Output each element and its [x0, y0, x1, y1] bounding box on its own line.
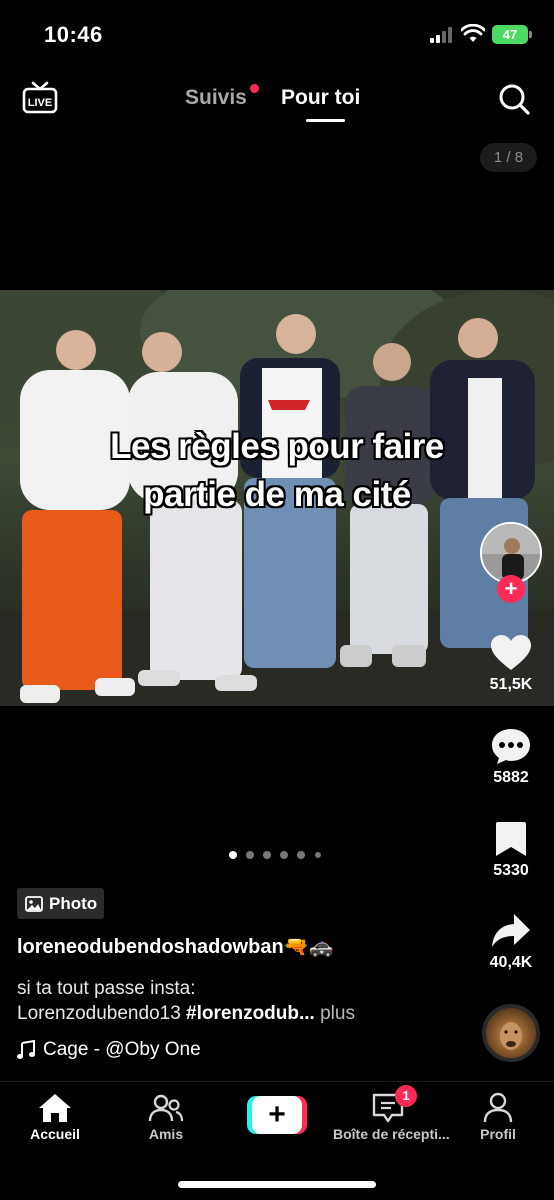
- music-disc-avatar[interactable]: [482, 1004, 540, 1062]
- create-button[interactable]: +: [247, 1096, 307, 1134]
- nav-profile-label: Profil: [480, 1126, 516, 1142]
- follow-plus-button[interactable]: +: [497, 575, 525, 603]
- music-title: Cage - @Oby One: [43, 1039, 201, 1060]
- heart-icon: [491, 635, 531, 670]
- search-icon[interactable]: [496, 81, 532, 117]
- nav-profile[interactable]: Profil: [443, 1092, 553, 1142]
- photo-page-counter: 1 / 8: [480, 143, 537, 172]
- nav-home-label: Accueil: [30, 1126, 80, 1142]
- carousel-dot: [246, 851, 254, 859]
- profile-icon: [483, 1092, 513, 1123]
- like-count: 51,5K: [489, 676, 533, 693]
- carousel-dot: [297, 851, 305, 859]
- carousel-dot: [263, 851, 271, 859]
- status-bar: 10:46 47: [0, 0, 554, 70]
- bookmark-icon: [496, 822, 526, 856]
- caption-line-2: Lorenzodubendo13 #lorenzodub... plus: [17, 1001, 457, 1026]
- feed-tabs: Suivis Pour toi: [0, 84, 554, 126]
- photo-badge: Photo: [17, 888, 105, 919]
- friends-icon: [148, 1094, 184, 1122]
- photo-icon: [25, 895, 43, 912]
- notification-dot: [250, 84, 259, 93]
- plus-icon: +: [252, 1096, 302, 1134]
- photo-overlay-text: Les règles pour faire partie de ma cité: [0, 423, 554, 519]
- comment-button[interactable]: 5882: [480, 727, 542, 787]
- home-icon: [39, 1094, 71, 1122]
- inbox-badge: 1: [395, 1085, 417, 1107]
- nav-inbox[interactable]: Boîte de récepti...: [333, 1092, 450, 1142]
- caption-more[interactable]: plus: [315, 1003, 355, 1024]
- lion-image: [500, 1022, 522, 1050]
- nav-friends[interactable]: Amis: [111, 1092, 221, 1142]
- bookmark-count: 5330: [493, 862, 529, 879]
- share-icon: [492, 914, 530, 947]
- carousel-dot: [280, 851, 288, 859]
- carousel-dots: [229, 851, 329, 861]
- signal-icon: [430, 27, 452, 43]
- carousel-dot: [315, 852, 321, 858]
- carousel-dot: [229, 851, 237, 859]
- post-caption[interactable]: si ta tout passe insta: Lorenzodubendo13…: [17, 976, 457, 1026]
- home-indicator: [178, 1181, 376, 1188]
- tab-for-you[interactable]: Pour toi: [281, 86, 360, 110]
- comment-count: 5882: [493, 769, 529, 786]
- music-note-icon: [17, 1040, 35, 1059]
- comment-icon: [492, 729, 530, 764]
- caption-handle: Lorenzodubendo13: [17, 1003, 187, 1024]
- post-photo[interactable]: Les règles pour faire partie de ma cité: [0, 290, 554, 706]
- bookmark-button[interactable]: 5330: [480, 820, 542, 880]
- like-button[interactable]: 51,5K: [480, 634, 542, 694]
- caption-line-1: si ta tout passe insta:: [17, 978, 196, 999]
- share-button[interactable]: 40,4K: [480, 912, 542, 972]
- battery-icon: 47: [492, 25, 532, 44]
- creator-username[interactable]: loreneodubendoshadowban🔫🚓: [17, 934, 333, 959]
- nav-friends-label: Amis: [148, 1126, 184, 1142]
- share-count: 40,4K: [489, 954, 533, 971]
- caption-hashtag[interactable]: #lorenzodub...: [186, 1003, 315, 1024]
- overlay-line-2: partie de ma cité: [143, 475, 411, 514]
- nav-home[interactable]: Accueil: [0, 1092, 110, 1142]
- tab-following[interactable]: Suivis: [185, 86, 247, 110]
- active-tab-indicator: [306, 119, 345, 122]
- overlay-line-1: Les règles pour faire: [110, 427, 444, 466]
- wifi-icon: [461, 24, 485, 42]
- nav-inbox-label: Boîte de récepti...: [333, 1126, 450, 1142]
- music-info[interactable]: Cage - @Oby One: [17, 1039, 201, 1061]
- photo-badge-label: Photo: [49, 893, 98, 913]
- status-time: 10:46: [44, 22, 103, 47]
